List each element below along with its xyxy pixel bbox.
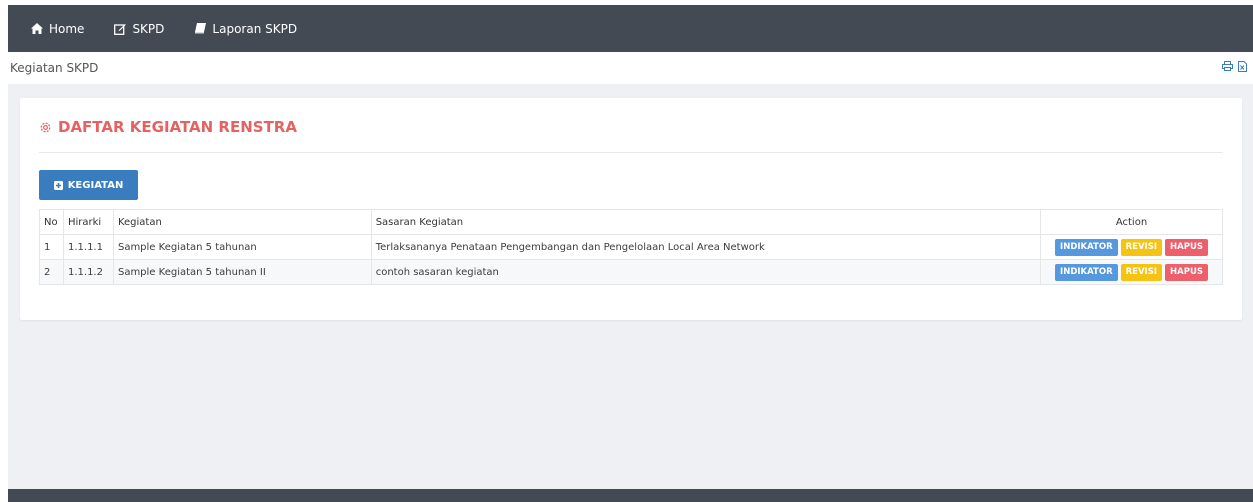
indikator-button[interactable]: INDIKATOR bbox=[1055, 238, 1118, 256]
kegiatan-panel: DAFTAR KEGIATAN RENSTRA KEGIATAN No Hira… bbox=[20, 98, 1242, 320]
nav-item-label: SKPD bbox=[132, 21, 165, 36]
cell-hirarki: 1.1.1.2 bbox=[62, 259, 114, 285]
breadcrumb-bar: Kegiatan SKPD bbox=[8, 52, 1253, 84]
hapus-button[interactable]: HAPUS bbox=[1165, 263, 1208, 281]
table-header-row: No Hirarki Kegiatan Sasaran Kegiatan Act… bbox=[39, 209, 1223, 235]
edit-icon bbox=[114, 23, 127, 35]
plus-square-icon bbox=[53, 180, 63, 190]
excel-export-icon[interactable] bbox=[1238, 61, 1247, 72]
page-title: Kegiatan SKPD bbox=[10, 61, 99, 75]
revisi-button[interactable]: REVISI bbox=[1120, 238, 1163, 256]
column-header-no: No bbox=[39, 209, 64, 235]
panel-header: DAFTAR KEGIATAN RENSTRA bbox=[39, 118, 297, 136]
print-icon[interactable] bbox=[1222, 61, 1233, 72]
hapus-button[interactable]: HAPUS bbox=[1165, 238, 1208, 256]
cell-action: INDIKATOR REVISI HAPUS bbox=[1040, 234, 1223, 260]
kegiatan-table: No Hirarki Kegiatan Sasaran Kegiatan Act… bbox=[39, 209, 1223, 285]
cell-hirarki: 1.1.1.1 bbox=[62, 234, 114, 260]
nav-item-skpd[interactable]: SKPD bbox=[114, 22, 164, 36]
nav-item-label: Home bbox=[49, 21, 85, 36]
table-row: 2 1.1.1.2 Sample Kegiatan 5 tahunan II c… bbox=[39, 259, 1223, 285]
cell-kegiatan: Sample Kegiatan 5 tahunan bbox=[112, 234, 372, 260]
cell-sasaran: Terlaksananya Penataan Pengembangan dan … bbox=[370, 234, 1042, 260]
panel-title: DAFTAR KEGIATAN RENSTRA bbox=[58, 118, 297, 136]
app-frame: Home SKPD Laporan SKPD Kegiatan SKPD DAF… bbox=[8, 5, 1253, 502]
top-navbar: Home SKPD Laporan SKPD bbox=[8, 5, 1253, 52]
nav-item-label: Laporan SKPD bbox=[212, 21, 298, 36]
footer-bar bbox=[8, 489, 1253, 502]
revisi-button[interactable]: REVISI bbox=[1120, 263, 1163, 281]
column-header-kegiatan: Kegiatan bbox=[112, 209, 372, 235]
toolbar bbox=[1222, 61, 1247, 72]
cell-kegiatan: Sample Kegiatan 5 tahunan II bbox=[112, 259, 372, 285]
cell-no: 1 bbox=[39, 234, 64, 260]
home-icon bbox=[31, 23, 43, 34]
column-header-hirarki: Hirarki bbox=[62, 209, 114, 235]
gear-icon bbox=[39, 121, 52, 134]
nav-item-home[interactable]: Home bbox=[31, 22, 84, 36]
indikator-button[interactable]: INDIKATOR bbox=[1055, 263, 1118, 281]
divider bbox=[39, 152, 1223, 153]
add-kegiatan-label: KEGIATAN bbox=[67, 179, 124, 191]
column-header-action: Action bbox=[1040, 209, 1223, 235]
column-header-sasaran: Sasaran Kegiatan bbox=[370, 209, 1042, 235]
table-row: 1 1.1.1.1 Sample Kegiatan 5 tahunan Terl… bbox=[39, 234, 1223, 260]
book-icon bbox=[194, 23, 207, 34]
cell-sasaran: contoh sasaran kegiatan bbox=[370, 259, 1042, 285]
cell-no: 2 bbox=[39, 259, 64, 285]
add-kegiatan-button[interactable]: KEGIATAN bbox=[39, 170, 138, 200]
nav-item-laporan-skpd[interactable]: Laporan SKPD bbox=[194, 22, 297, 36]
cell-action: INDIKATOR REVISI HAPUS bbox=[1040, 259, 1223, 285]
